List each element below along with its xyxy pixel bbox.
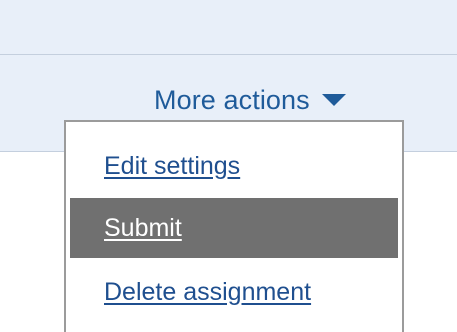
- menu-item-submit[interactable]: Submit: [70, 198, 398, 258]
- menu-item-delete-assignment[interactable]: Delete assignment: [70, 262, 398, 322]
- more-actions-dropdown-menu: Edit settings Submit Delete assignment: [64, 120, 404, 332]
- more-actions-label: More actions: [154, 84, 310, 115]
- caret-down-icon: [321, 94, 346, 106]
- header-band: [0, 0, 457, 54]
- more-actions-button[interactable]: More actions: [154, 80, 346, 120]
- page: More actions Edit settings Submit Delete…: [0, 0, 457, 332]
- menu-item-edit-settings[interactable]: Edit settings: [70, 136, 398, 196]
